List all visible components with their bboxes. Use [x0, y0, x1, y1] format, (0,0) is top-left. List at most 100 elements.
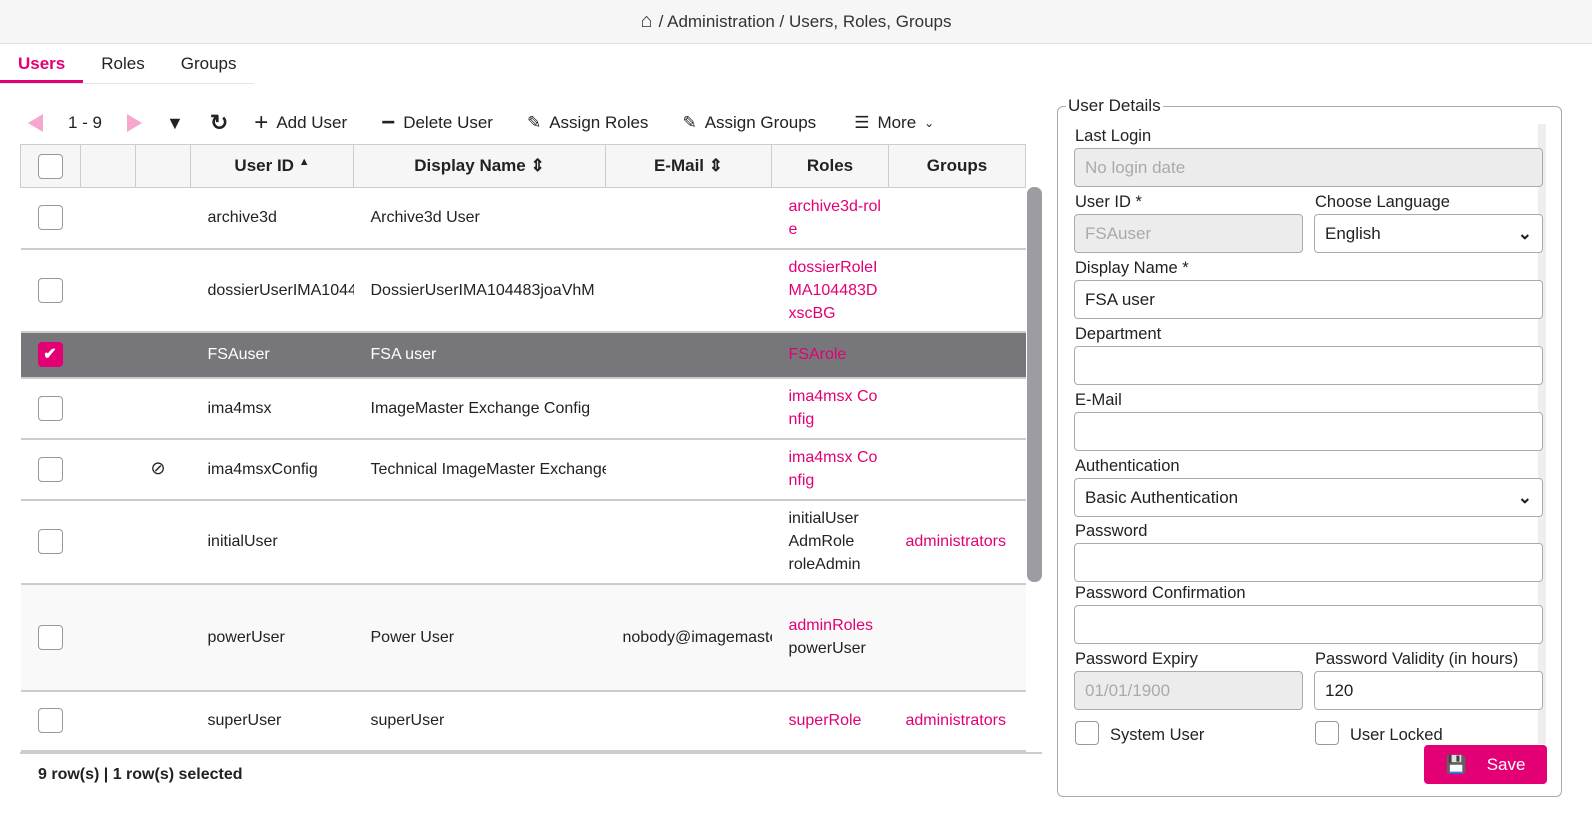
assign-roles-button[interactable]: ✎ Assign Roles: [527, 113, 648, 133]
save-label: Save: [1486, 754, 1526, 774]
password-input[interactable]: [1074, 543, 1543, 582]
roles-cell: ima4msx Config: [771, 377, 889, 440]
role-link[interactable]: archive3d-role: [789, 195, 885, 241]
role-link[interactable]: ima4msx Config: [789, 446, 885, 492]
select-all-checkbox[interactable]: [38, 153, 63, 179]
department-input[interactable]: [1074, 346, 1543, 385]
password-validity-label: Password Validity (in hours): [1315, 650, 1519, 668]
roles-cell: FSArole: [771, 331, 889, 379]
breadcrumb: ⌂ / Administration / Users, Roles, Group…: [0, 0, 1592, 44]
prev-page-icon[interactable]: [28, 114, 43, 132]
assign-roles-label: Assign Roles: [549, 113, 649, 132]
group-link[interactable]: administrators: [906, 709, 1022, 732]
delete-user-button[interactable]: − Delete User: [381, 109, 493, 137]
table-row[interactable]: dossierUserIMA104483joaVhM DossierUserIM…: [20, 248, 1026, 333]
save-button[interactable]: 💾 Save: [1424, 745, 1547, 784]
password-confirm-input[interactable]: [1074, 605, 1543, 644]
header-roles: Roles: [771, 144, 889, 188]
row-checkbox[interactable]: [37, 205, 63, 231]
role-text: AdmRole: [788, 533, 855, 550]
user-id-cell: archive3d: [190, 187, 354, 250]
user-id-cell: initialUser: [190, 499, 354, 585]
role-link[interactable]: superRole: [789, 709, 885, 732]
password-validity-value: 120: [1325, 680, 1354, 700]
row-checkbox[interactable]: [37, 395, 63, 421]
row-select-cell: ✔: [20, 331, 81, 379]
last-login-placeholder: No login date: [1085, 157, 1186, 177]
next-page-icon[interactable]: [127, 114, 143, 132]
table-row[interactable]: powerUser Power User nobody@imagemaster …: [20, 583, 1026, 692]
table-row[interactable]: ⊘ ima4msxConfig Technical ImageMaster Ex…: [20, 438, 1026, 501]
tab-roles[interactable]: Roles: [83, 48, 162, 83]
password-validity-input[interactable]: 120: [1314, 671, 1543, 710]
row-select-cell: [20, 583, 81, 692]
row-checkbox[interactable]: [37, 708, 63, 733]
more-button[interactable]: ☰ More ⌄: [854, 113, 934, 133]
role-link[interactable]: FSArole: [789, 343, 885, 366]
display-name-cell: superUser: [353, 690, 606, 752]
email-label: E-Mail: [1075, 391, 1122, 409]
table-scrollbar[interactable]: [1027, 187, 1042, 582]
menu-icon: ☰: [854, 113, 870, 132]
users-table: User ID ▲ Display Name ⇕ E-Mail ⇕ Roles …: [20, 144, 1026, 752]
row-checkbox[interactable]: [37, 624, 63, 650]
blank-header: [80, 144, 136, 188]
tab-users[interactable]: Users: [0, 48, 84, 83]
table-row[interactable]: ✔ FSAuser FSA user FSArole: [20, 331, 1026, 379]
save-icon: 💾: [1445, 754, 1467, 774]
language-select[interactable]: English ⌄: [1314, 214, 1543, 253]
roles-cell: ima4msx Config: [771, 438, 889, 501]
role-link[interactable]: ima4msx Config: [789, 385, 885, 431]
table-row[interactable]: ima4msx ImageMaster Exchange Config ima4…: [20, 377, 1026, 440]
header-user-id[interactable]: User ID ▲: [190, 144, 354, 188]
plus-icon: +: [254, 109, 269, 136]
header-label: Display Name: [414, 156, 526, 175]
groups-cell[interactable]: administrators: [888, 499, 1026, 585]
department-label: Department: [1075, 325, 1162, 343]
header-email[interactable]: E-Mail ⇕: [605, 144, 772, 188]
user-locked-label: User Locked: [1350, 726, 1443, 744]
role-text: powerUser: [788, 640, 866, 657]
table-header: User ID ▲ Display Name ⇕ E-Mail ⇕ Roles …: [20, 144, 1026, 188]
display-name-input[interactable]: FSA user: [1074, 280, 1543, 319]
row-checkbox[interactable]: ✔: [37, 342, 63, 367]
table-row[interactable]: superUser superUser superRole administra…: [20, 690, 1026, 752]
role-text: roleAdmin: [788, 556, 861, 573]
refresh-icon[interactable]: ↻: [210, 110, 228, 136]
row-checkbox[interactable]: [37, 277, 63, 303]
role-link[interactable]: adminRoles: [789, 614, 885, 637]
authentication-select[interactable]: Basic Authentication ⌄: [1074, 478, 1543, 517]
roles-cell: superRole: [771, 690, 889, 752]
groups-cell: [888, 438, 1026, 501]
filter-icon[interactable]: ▼: [166, 113, 184, 134]
row-checkbox[interactable]: [37, 529, 63, 554]
status-cell: [135, 187, 191, 250]
add-user-button[interactable]: + Add User: [254, 109, 347, 137]
display-name-value: FSA user: [1085, 289, 1155, 309]
assign-groups-label: Assign Groups: [704, 113, 817, 132]
row-checkbox[interactable]: [37, 456, 63, 482]
system-user-checkbox[interactable]: [1075, 721, 1099, 745]
table-row[interactable]: archive3d Archive3d User archive3d-role: [20, 187, 1026, 250]
email-cell: [605, 331, 772, 379]
header-display-name[interactable]: Display Name ⇕: [353, 144, 606, 188]
groups-cell[interactable]: administrators: [888, 690, 1026, 752]
table-row[interactable]: initialUser initialUser AdmRole roleAdmin …: [20, 499, 1026, 585]
home-icon[interactable]: ⌂: [641, 10, 653, 33]
user-locked-checkbox[interactable]: [1315, 721, 1339, 745]
groups-cell: [888, 331, 1026, 379]
breadcrumb-path: / Administration / Users, Roles, Groups: [658, 11, 952, 31]
status-cell: [135, 583, 191, 692]
group-link[interactable]: administrators: [906, 530, 1022, 553]
email-input[interactable]: [1074, 412, 1543, 451]
chevron-down-icon: ⌄: [924, 116, 935, 130]
minus-icon: −: [381, 109, 396, 136]
tab-groups[interactable]: Groups: [163, 48, 255, 83]
status-cell: [135, 690, 191, 752]
eye-slash-icon: ⊘: [150, 458, 166, 478]
sort-icon: ⇕: [530, 156, 545, 175]
pencil-icon: ✎: [526, 113, 542, 132]
role-link[interactable]: dossierRoleIMA104483DxscBG: [789, 256, 885, 325]
sort-icon: ⇕: [708, 156, 724, 175]
assign-groups-button[interactable]: ✎ Assign Groups: [682, 113, 816, 133]
